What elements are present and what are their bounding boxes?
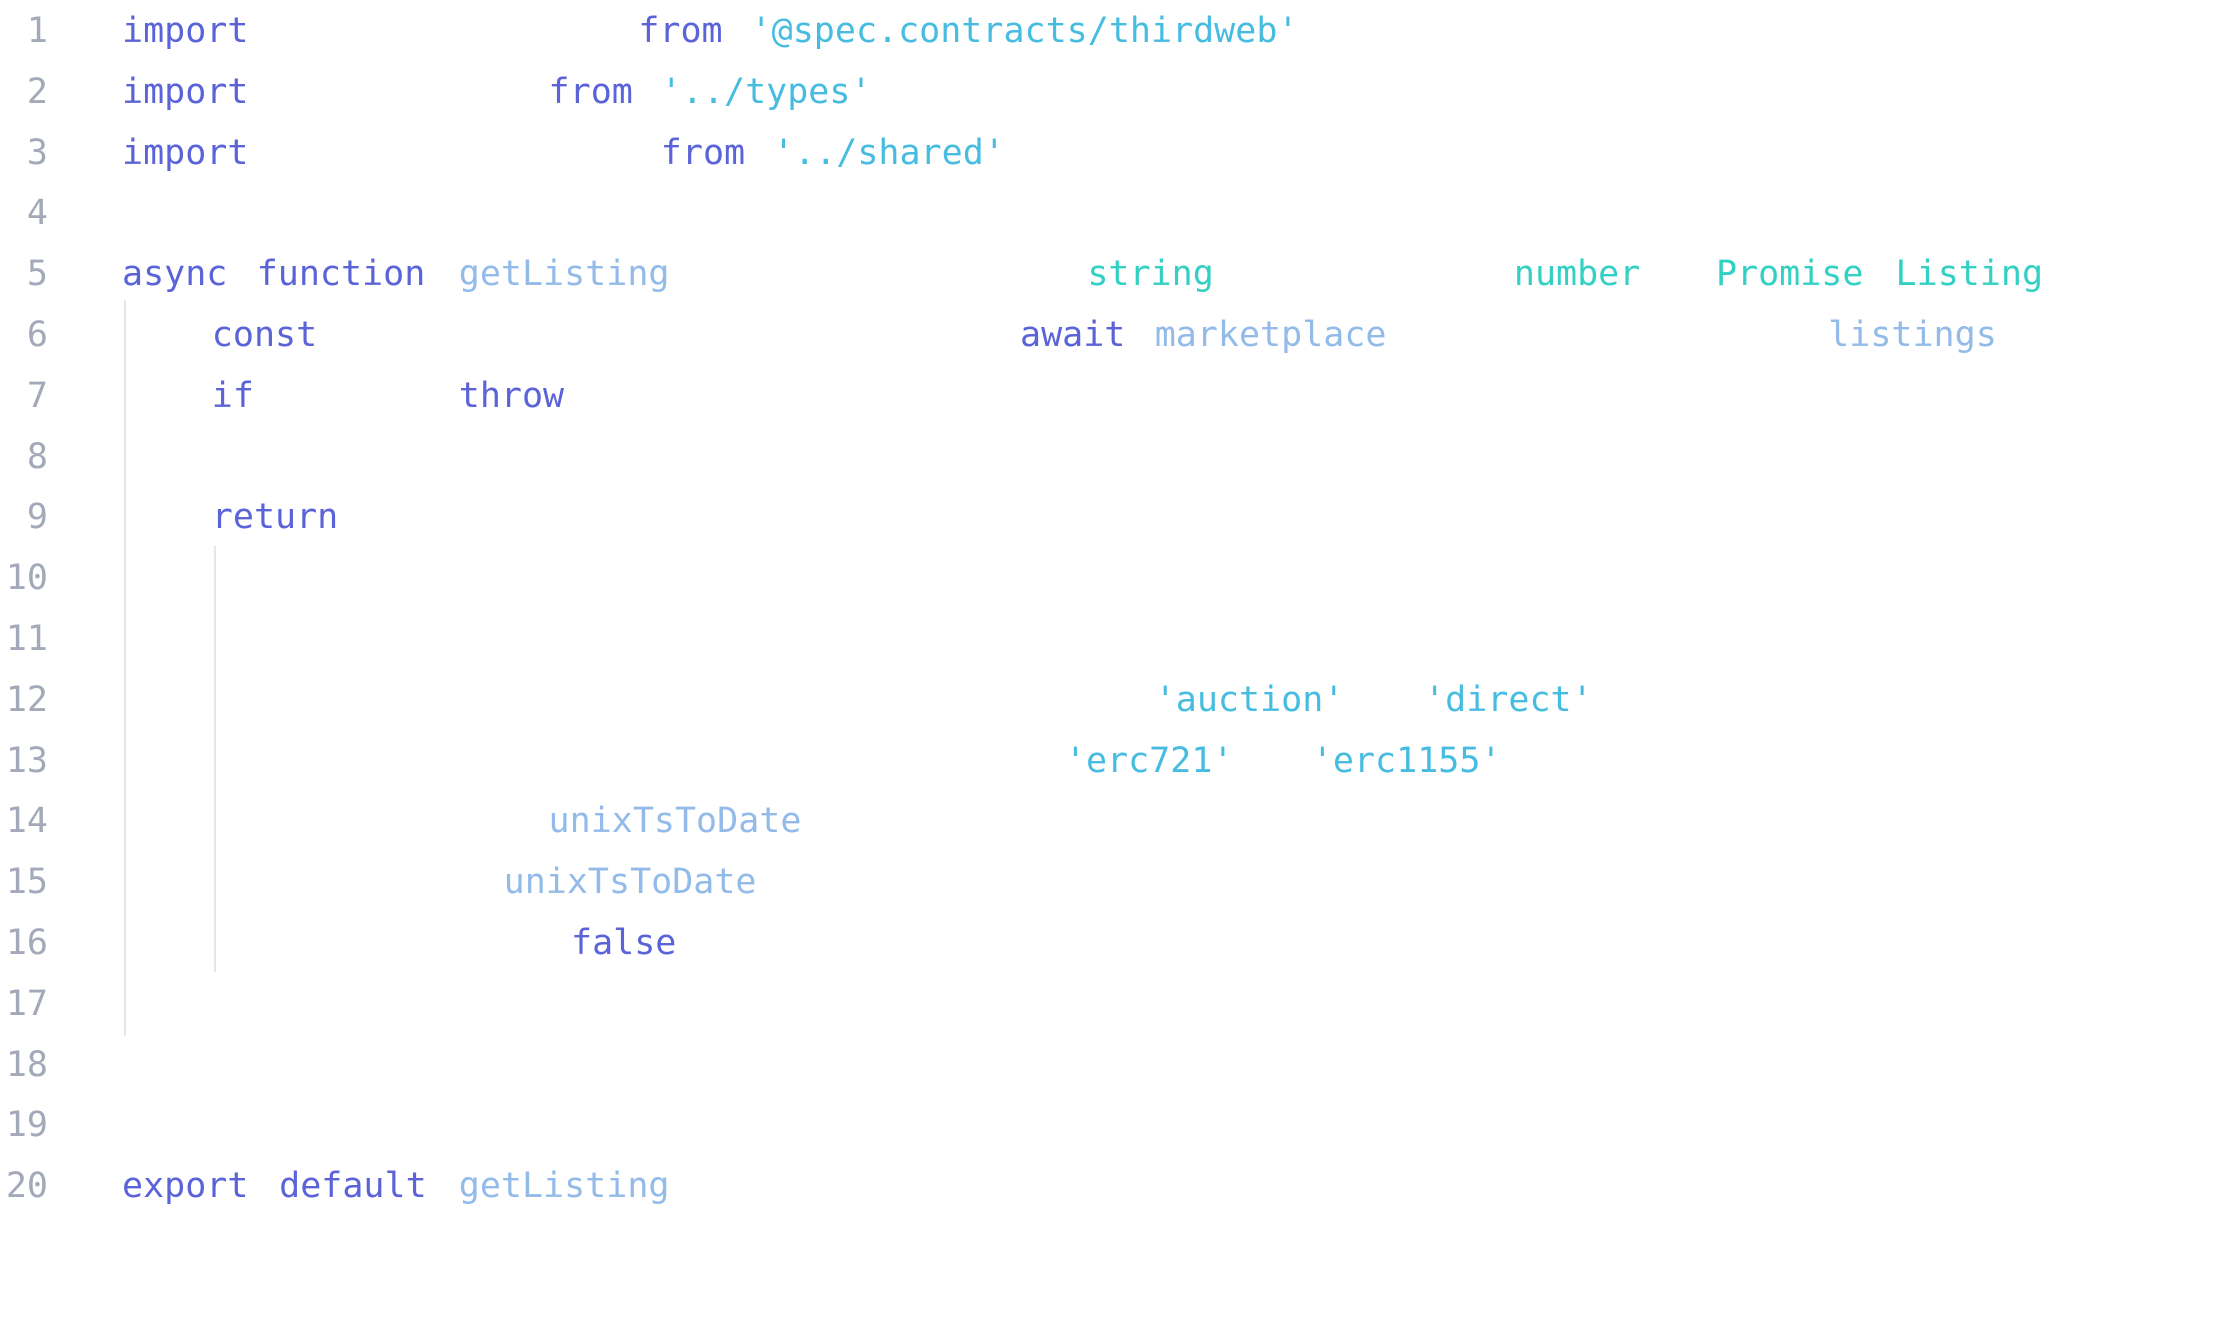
line-number: 2 [26, 71, 48, 112]
code-token: if [211, 375, 254, 416]
code-line-14[interactable]: 14 unixTsToDate [0, 791, 2214, 851]
line-number: 8 [26, 436, 48, 477]
code-token: from [660, 132, 746, 173]
line-number: 3 [26, 132, 48, 173]
code-token: marketplace [1154, 315, 1387, 355]
code-line-4[interactable]: 4 [0, 183, 2214, 243]
code-token: getListing [458, 254, 670, 295]
line-number: 4 [26, 193, 48, 234]
code-line-12[interactable]: 12 'auction' 'direct' [0, 670, 2214, 730]
code-token: getListing [458, 1166, 670, 1207]
code-token: string [1087, 254, 1214, 295]
code-line-19[interactable]: 19 [0, 1095, 2214, 1155]
line-number: 9 [26, 497, 48, 538]
code-token: import [122, 11, 249, 51]
line-number: 12 [5, 679, 48, 720]
code-token: Promise [1715, 254, 1864, 295]
code-token: unixTsToDate [503, 862, 757, 903]
code-token: Listing [1895, 254, 2044, 295]
code-token: from [638, 11, 723, 51]
line-number: 5 [26, 254, 48, 295]
code-token: listings [1828, 315, 1997, 355]
code-line-1[interactable]: 1 import from '@spec.contracts/thirdweb' [0, 1, 2214, 61]
line-number: 10 [5, 558, 48, 599]
line-number: 14 [5, 801, 48, 842]
code-token: import [122, 132, 249, 173]
code-line-11[interactable]: 11 [0, 609, 2214, 669]
line-number: 20 [5, 1166, 48, 1207]
line-number: 7 [26, 375, 48, 416]
code-line-16[interactable]: 16 false [0, 913, 2214, 973]
code-token: '../shared' [773, 132, 1005, 173]
line-number: 18 [5, 1044, 48, 1085]
code-token: number [1513, 254, 1641, 295]
code-token: from [548, 71, 633, 112]
code-line-3[interactable]: 3 import from '../shared' [0, 123, 2214, 183]
code-token: 'erc721' [1064, 740, 1234, 781]
code-line-17[interactable]: 17 [0, 974, 2214, 1034]
code-token: 'direct' [1424, 679, 1593, 720]
code-token: '@spec.contracts/thirdweb' [750, 11, 1299, 51]
line-number: 1 [26, 11, 48, 51]
code-line-18[interactable]: 18 [0, 1035, 2214, 1095]
code-token: default [279, 1166, 427, 1207]
code-editor[interactable]: 1 import from '@spec.contracts/thirdweb' 2 im… [0, 0, 2214, 1323]
code-token: '../types' [660, 71, 872, 112]
code-token: import [122, 71, 249, 112]
line-number: 13 [5, 740, 48, 781]
code-token: unixTsToDate [548, 801, 802, 842]
code-token: false [571, 923, 677, 963]
code-token: return [211, 497, 339, 538]
code-token: await [1020, 315, 1126, 355]
code-line-20[interactable]: 20 export default getListing [0, 1156, 2214, 1216]
code-line-2[interactable]: 2 import from '../types' [0, 62, 2214, 122]
line-number: 6 [26, 315, 48, 355]
code-line-6[interactable]: 6 const await marketplace listings [0, 305, 2214, 365]
code-token: const [211, 315, 318, 355]
code-line-13[interactable]: 13 'erc721' 'erc1155' [0, 731, 2214, 791]
code-line-15[interactable]: 15 unixTsToDate [0, 852, 2214, 912]
code-line-10[interactable]: 10 [0, 548, 2214, 608]
code-token: export [122, 1166, 249, 1207]
code-token: function [256, 254, 426, 295]
code-token: 'auction' [1154, 679, 1345, 720]
code-line-8[interactable]: 8 [0, 427, 2214, 487]
line-number: 17 [5, 983, 48, 1024]
line-number: 19 [5, 1105, 48, 1146]
code-token: 'erc1155' [1311, 740, 1502, 781]
line-number: 11 [5, 619, 48, 659]
code-line-7[interactable]: 7 if throw [0, 366, 2214, 426]
code-token: async [122, 254, 228, 295]
line-number: 16 [5, 923, 48, 963]
code-line-5[interactable]: 5 async function getListing string number Prom… [0, 244, 2214, 304]
line-number: 15 [5, 862, 48, 903]
code-token: throw [458, 375, 565, 416]
code-line-9[interactable]: 9 return [0, 487, 2214, 547]
